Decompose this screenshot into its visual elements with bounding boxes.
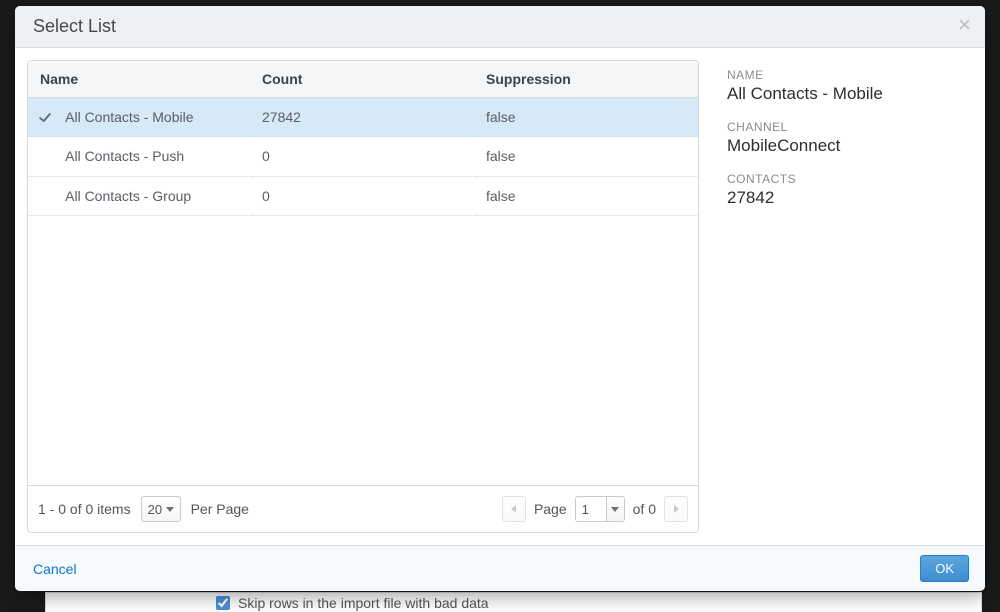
- detail-value-channel: MobileConnect: [727, 136, 963, 156]
- cancel-button[interactable]: Cancel: [31, 557, 79, 581]
- ok-button[interactable]: OK: [920, 555, 969, 582]
- pager-summary: 1 - 0 of 0 items: [38, 501, 131, 517]
- page-size-select[interactable]: 20: [141, 496, 181, 522]
- row-suppression: false: [476, 137, 698, 176]
- page-of-total: of 0: [633, 501, 656, 517]
- table-row[interactable]: All Contacts - Mobile 27842 false: [28, 98, 698, 137]
- table-header-row: Name Count Suppression: [28, 61, 698, 98]
- prev-page-button[interactable]: [502, 496, 526, 522]
- row-name: All Contacts - Group: [65, 188, 191, 204]
- row-suppression: false: [476, 176, 698, 215]
- detail-label-channel: CHANNEL: [727, 120, 963, 134]
- pager-bar: 1 - 0 of 0 items 20 Per Page Page of 0: [28, 485, 698, 532]
- modal-body: Name Count Suppression All Contacts - Mo…: [15, 48, 985, 545]
- next-page-button[interactable]: [664, 496, 688, 522]
- row-suppression: false: [476, 98, 698, 137]
- row-count: 0: [252, 137, 476, 176]
- lists-table: Name Count Suppression All Contacts - Mo…: [28, 61, 698, 216]
- col-header-name[interactable]: Name: [28, 61, 252, 98]
- detail-label-name: NAME: [727, 68, 963, 82]
- chevron-down-icon: [166, 507, 174, 512]
- background-import-option-row: Skip rows in the import file with bad da…: [45, 592, 982, 612]
- detail-pane: NAME All Contacts - Mobile CHANNEL Mobil…: [717, 60, 973, 533]
- row-name: All Contacts - Push: [65, 148, 184, 164]
- row-name: All Contacts - Mobile: [65, 109, 193, 125]
- select-list-modal: Select List × Name Count Suppression: [15, 6, 985, 591]
- per-page-label: Per Page: [191, 501, 249, 517]
- detail-label-contacts: CONTACTS: [727, 172, 963, 186]
- table-row[interactable]: All Contacts - Group 0 false: [28, 176, 698, 215]
- modal-header: Select List ×: [15, 6, 985, 48]
- chevron-down-icon: [611, 507, 619, 512]
- col-header-count[interactable]: Count: [252, 61, 476, 98]
- modal-title: Select List: [33, 16, 967, 37]
- skip-bad-rows-checkbox[interactable]: [216, 596, 230, 610]
- detail-value-name: All Contacts - Mobile: [727, 84, 963, 104]
- table-row[interactable]: All Contacts - Push 0 false: [28, 137, 698, 176]
- chevron-right-icon: [674, 505, 679, 513]
- detail-value-contacts: 27842: [727, 188, 963, 208]
- table-empty-space: [28, 216, 698, 485]
- checkmark-icon: [38, 111, 52, 125]
- modal-footer: Cancel OK: [15, 545, 985, 591]
- list-table-pane: Name Count Suppression All Contacts - Mo…: [27, 60, 699, 533]
- page-number-field[interactable]: [576, 497, 606, 521]
- row-count: 0: [252, 176, 476, 215]
- row-count: 27842: [252, 98, 476, 137]
- page-size-value: 20: [148, 502, 162, 517]
- col-header-suppression[interactable]: Suppression: [476, 61, 698, 98]
- page-number-caret[interactable]: [606, 497, 624, 521]
- page-number-input[interactable]: [575, 496, 625, 522]
- chevron-left-icon: [511, 505, 516, 513]
- skip-bad-rows-label: Skip rows in the import file with bad da…: [238, 595, 489, 611]
- page-label: Page: [534, 501, 567, 517]
- close-icon[interactable]: ×: [958, 14, 971, 36]
